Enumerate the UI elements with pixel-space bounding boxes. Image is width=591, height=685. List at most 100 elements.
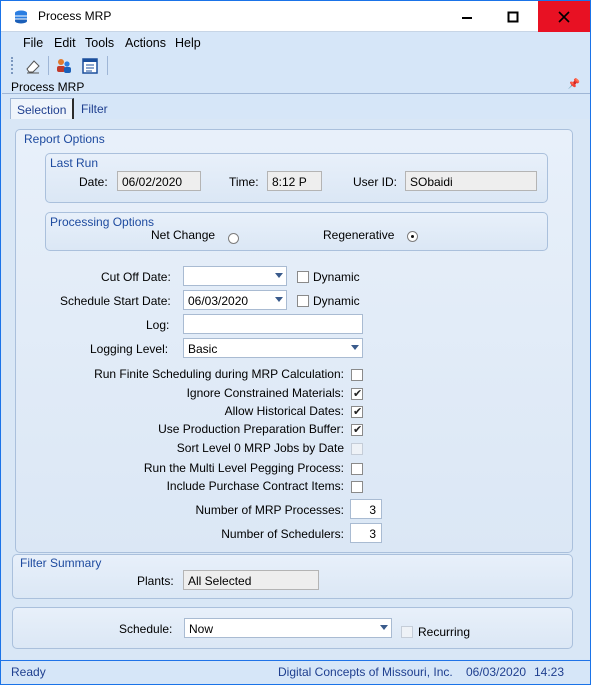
regenerative-label: Regenerative bbox=[323, 228, 395, 242]
log-label: Log: bbox=[146, 318, 170, 332]
net-change-label: Net Change bbox=[151, 228, 216, 242]
purchase-contract-label: Include Purchase Contract Items: bbox=[166, 479, 344, 493]
cutoff-dynamic-checkbox[interactable] bbox=[297, 271, 309, 283]
num-mrp-input[interactable]: 3 bbox=[350, 499, 382, 519]
menu-edit[interactable]: Edit bbox=[54, 36, 76, 50]
status-ready: Ready bbox=[11, 665, 46, 679]
toolbar-separator bbox=[107, 56, 108, 75]
check-icon: ✔ bbox=[353, 388, 363, 400]
tab-filter[interactable]: Filter bbox=[75, 98, 114, 120]
sort-level0-checkbox bbox=[351, 443, 363, 455]
filter-summary-title: Filter Summary bbox=[20, 556, 102, 570]
menu-bar: File Edit Tools Actions Help bbox=[1, 32, 590, 53]
menu-help[interactable]: Help bbox=[175, 36, 201, 50]
last-run-group: Last Run Date: 06/02/2020 Time: 8:12 P U… bbox=[45, 153, 548, 203]
allow-historical-checkbox[interactable]: ✔ bbox=[351, 406, 363, 418]
plants-label: Plants: bbox=[137, 574, 174, 588]
schedule-group: Schedule: Now Recurring bbox=[12, 607, 573, 649]
last-run-title: Last Run bbox=[50, 156, 99, 170]
ignore-constrained-label: Ignore Constrained Materials: bbox=[186, 386, 344, 400]
process-mrp-window: Process MRP File Edit Tools Actions Help bbox=[0, 0, 591, 685]
chevron-down-icon[interactable] bbox=[275, 273, 283, 278]
cutoff-date-input[interactable] bbox=[183, 266, 287, 286]
schedule-value: Now bbox=[189, 622, 214, 636]
schedule-dynamic-label: Dynamic bbox=[313, 294, 360, 308]
prep-buffer-label: Use Production Preparation Buffer: bbox=[158, 422, 344, 436]
title-bar: Process MRP bbox=[1, 1, 590, 32]
check-icon: ✔ bbox=[353, 406, 363, 418]
report-options-title: Report Options bbox=[24, 132, 105, 146]
plants-value: All Selected bbox=[183, 570, 319, 590]
recurring-label: Recurring bbox=[418, 625, 471, 639]
pin-icon[interactable]: 📌 bbox=[568, 79, 580, 90]
schedule-start-value: 06/03/2020 bbox=[188, 294, 249, 308]
sort-level0-label: Sort Level 0 MRP Jobs by Date bbox=[176, 441, 344, 455]
menu-tools[interactable]: Tools bbox=[85, 36, 114, 50]
toolbar bbox=[1, 53, 590, 78]
menu-actions[interactable]: Actions bbox=[125, 36, 166, 50]
toolbar-separator bbox=[48, 56, 49, 75]
menu-file[interactable]: File bbox=[23, 36, 43, 50]
num-schedulers-label: Number of Schedulers: bbox=[221, 527, 344, 541]
cutoff-dynamic-label: Dynamic bbox=[313, 270, 360, 284]
maximize-button[interactable] bbox=[490, 1, 536, 32]
multi-level-pegging-checkbox[interactable] bbox=[351, 463, 363, 475]
radio-selected-dot bbox=[411, 235, 414, 238]
schedule-dynamic-checkbox[interactable] bbox=[297, 295, 309, 307]
window-title: Process MRP bbox=[38, 9, 112, 23]
net-change-radio[interactable] bbox=[228, 233, 239, 244]
processing-options-group: Processing Options Net Change Regenerati… bbox=[45, 212, 548, 251]
check-icon: ✔ bbox=[353, 424, 363, 436]
maximize-icon bbox=[507, 11, 519, 22]
panel-header: Process MRP 📌 bbox=[2, 79, 590, 94]
last-run-time-label: Time: bbox=[229, 175, 259, 189]
processing-options-title: Processing Options bbox=[50, 215, 155, 229]
num-schedulers-input[interactable]: 3 bbox=[350, 523, 382, 543]
ignore-constrained-checkbox[interactable]: ✔ bbox=[351, 388, 363, 400]
tab-content: Report Options Last Run Date: 06/02/2020… bbox=[2, 119, 590, 659]
toolbar-grip[interactable] bbox=[11, 57, 14, 74]
schedule-start-label: Schedule Start Date: bbox=[60, 294, 171, 308]
recurring-checkbox[interactable] bbox=[401, 626, 413, 638]
chevron-down-icon[interactable] bbox=[275, 297, 283, 302]
multi-level-pegging-label: Run the Multi Level Pegging Process: bbox=[143, 461, 344, 475]
log-input[interactable] bbox=[183, 314, 363, 334]
last-run-date-label: Date: bbox=[79, 175, 108, 189]
cutoff-date-label: Cut Off Date: bbox=[101, 270, 171, 284]
logging-level-select[interactable]: Basic bbox=[183, 338, 363, 358]
panel-title: Process MRP bbox=[11, 80, 85, 94]
allow-historical-label: Allow Historical Dates: bbox=[224, 404, 344, 418]
purchase-contract-checkbox[interactable] bbox=[351, 481, 363, 493]
finite-scheduling-checkbox[interactable] bbox=[351, 369, 363, 381]
logging-level-value: Basic bbox=[188, 342, 218, 356]
tab-strip: Selection Filter bbox=[2, 96, 590, 120]
people-icon[interactable] bbox=[54, 56, 74, 76]
minimize-button[interactable] bbox=[444, 1, 490, 32]
report-options-group: Report Options Last Run Date: 06/02/2020… bbox=[15, 129, 573, 553]
last-run-date-value: 06/02/2020 bbox=[117, 171, 201, 191]
tab-selection[interactable]: Selection bbox=[10, 98, 75, 120]
status-time: 14:23 bbox=[534, 665, 565, 679]
eraser-icon[interactable] bbox=[23, 56, 43, 76]
close-button[interactable] bbox=[538, 1, 590, 32]
close-icon bbox=[558, 10, 570, 23]
num-mrp-label: Number of MRP Processes: bbox=[195, 503, 345, 517]
last-run-user-label: User ID: bbox=[353, 175, 398, 189]
chevron-down-icon[interactable] bbox=[380, 625, 388, 630]
filter-summary-group: Filter Summary Plants: All Selected bbox=[12, 554, 573, 599]
regenerative-radio[interactable] bbox=[407, 231, 418, 242]
chevron-down-icon[interactable] bbox=[351, 345, 359, 350]
status-bar: Ready Digital Concepts of Missouri, Inc.… bbox=[1, 660, 590, 684]
logging-level-label: Logging Level: bbox=[90, 342, 169, 356]
status-company: Digital Concepts of Missouri, Inc. bbox=[278, 665, 453, 679]
report-icon[interactable] bbox=[80, 56, 100, 76]
schedule-start-input[interactable]: 06/03/2020 bbox=[183, 290, 287, 310]
prep-buffer-checkbox[interactable]: ✔ bbox=[351, 424, 363, 436]
minimize-icon bbox=[462, 16, 472, 19]
schedule-select[interactable]: Now bbox=[184, 618, 392, 638]
last-run-user-value: SObaidi bbox=[405, 171, 537, 191]
app-icon bbox=[15, 10, 27, 24]
schedule-label: Schedule: bbox=[119, 622, 173, 636]
finite-scheduling-label: Run Finite Scheduling during MRP Calcula… bbox=[94, 367, 344, 381]
last-run-time-value: 8:12 P bbox=[267, 171, 322, 191]
